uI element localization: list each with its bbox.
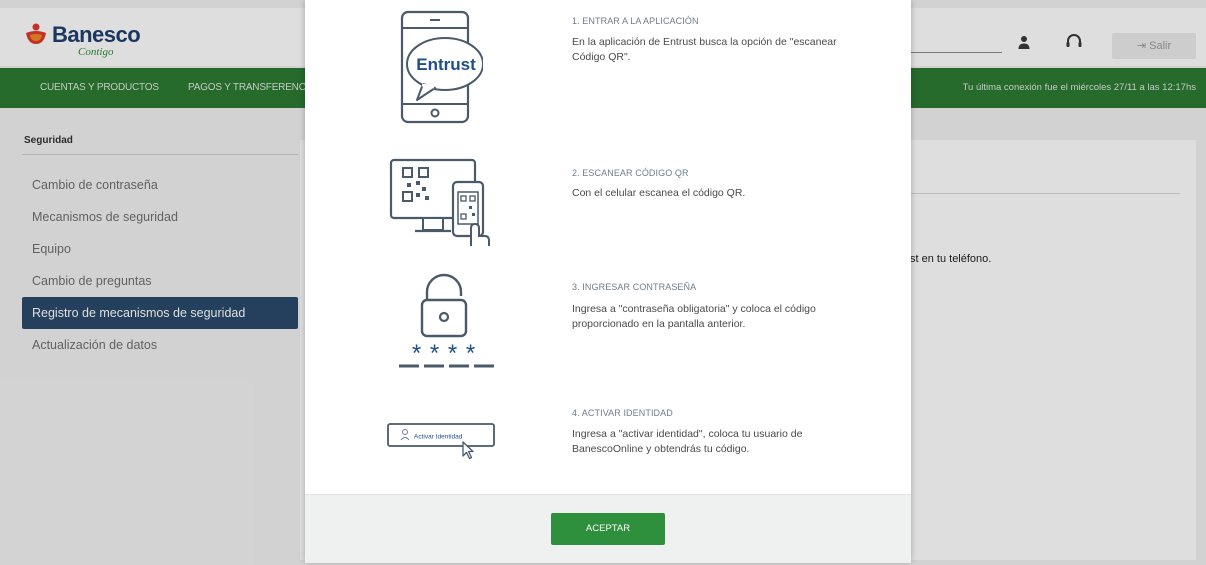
entrust-instructions-modal: Entrust 1. ENTRAR A LA APLICACIÓN En la … — [305, 0, 911, 563]
step-4-title: 4. ACTIVAR IDENTIDAD — [572, 408, 673, 418]
step-4-description: Ingresa a "activar identidad", coloca tu… — [572, 428, 803, 455]
step-1-title: 1. ENTRAR A LA APLICACIÓN — [572, 16, 699, 26]
step-1-description: En la aplicación de Entrust busca la opc… — [572, 36, 837, 63]
activate-identity-icon-label: Activar Identidad — [414, 434, 463, 441]
qr-scan-icon — [389, 158, 490, 246]
lock-password-icon: * * * * — [399, 273, 494, 368]
step-3-title: 3. INGRESAR CONTRASEÑA — [572, 282, 697, 292]
accept-button[interactable]: ACEPTAR — [551, 513, 665, 545]
entrust-icon-label: Entrust — [416, 55, 476, 74]
step-2-title: 2. ESCANEAR CÓDIGO QR — [572, 168, 689, 178]
activate-identity-icon: Activar Identidad — [387, 423, 495, 460]
phone-entrust-icon: Entrust — [400, 10, 483, 124]
step-3-description: Ingresa a "contraseña obligatoria" y col… — [572, 303, 816, 330]
modal-footer: ACEPTAR — [305, 494, 911, 563]
step-2-description: Con el celular escanea el código QR. — [572, 187, 746, 199]
password-asterisks: * * * * — [412, 340, 476, 367]
